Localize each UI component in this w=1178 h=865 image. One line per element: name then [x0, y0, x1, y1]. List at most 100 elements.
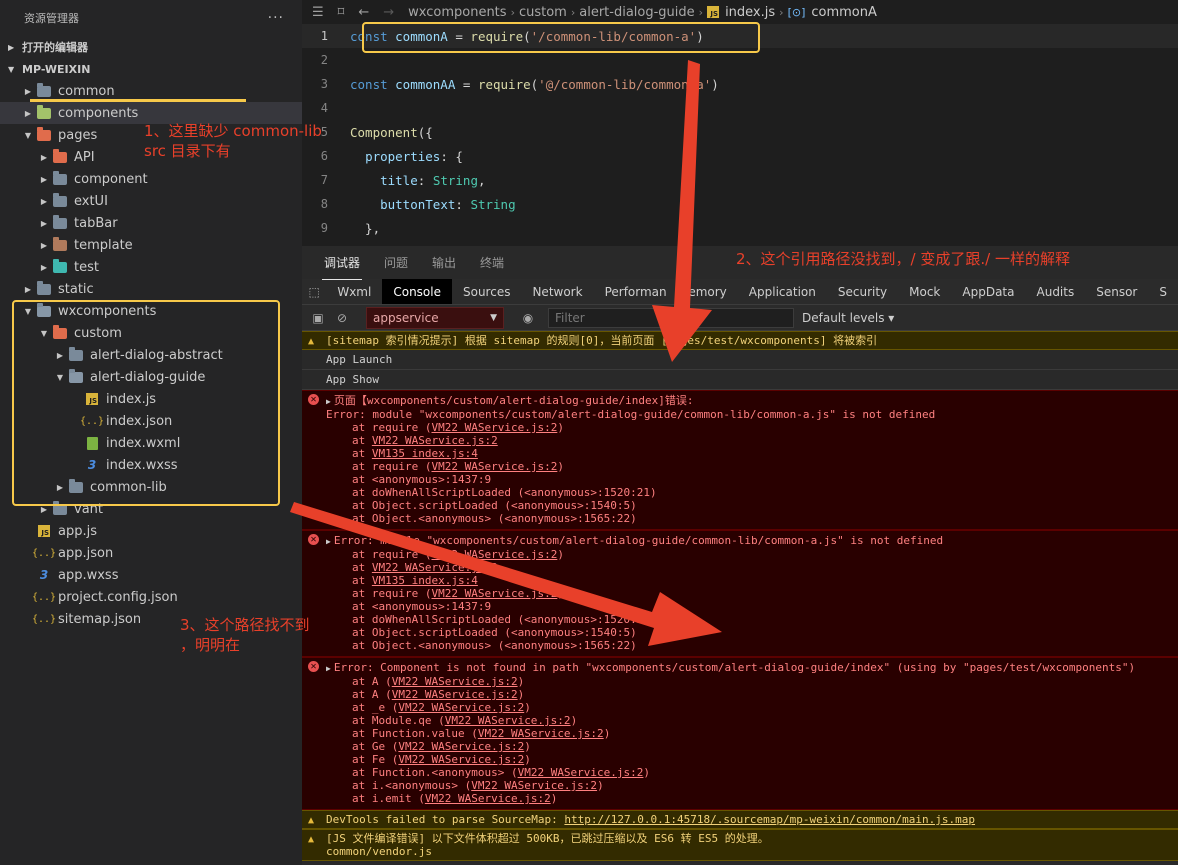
chevron-down-icon[interactable]: ▼: [20, 131, 36, 140]
log-levels-dropdown[interactable]: Default levels ▾: [802, 311, 894, 325]
source-link[interactable]: VM135 index.js:4: [372, 447, 478, 460]
chevron-right-icon[interactable]: ▶: [36, 263, 52, 272]
source-link[interactable]: VM22 WAService.js:2: [431, 548, 557, 561]
source-link[interactable]: VM22 WAService.js:2: [518, 766, 644, 779]
filter-input[interactable]: [548, 307, 794, 328]
devtools-tab-wxml[interactable]: Wxml: [326, 279, 382, 304]
devtools-tab-appdata[interactable]: AppData: [951, 279, 1025, 304]
devtools-tab-sensor[interactable]: Sensor: [1085, 279, 1148, 304]
tree-item[interactable]: ▶ extUI: [0, 190, 302, 212]
console-log: App Show: [302, 370, 1178, 390]
line-number: 7: [320, 173, 328, 187]
source-link[interactable]: VM22 WAService.js:2: [392, 688, 518, 701]
expand-triangle-icon[interactable]: ▶: [326, 397, 331, 406]
breadcrumb-item[interactable]: custom: [519, 5, 567, 20]
code-line[interactable]: 5 Component({: [302, 120, 1178, 144]
source-link[interactable]: VM22 WAService.js:2: [471, 779, 597, 792]
forward-arrow-icon[interactable]: →: [383, 5, 394, 20]
code-token: buttonText: [380, 196, 456, 212]
console-error[interactable]: ✕ ▶ 页面【wxcomponents/custom/alert-dialog-g…: [302, 390, 1178, 530]
chevron-right-icon[interactable]: ▶: [36, 241, 52, 250]
chevron-right-icon[interactable]: ▶: [20, 87, 36, 96]
source-link[interactable]: VM22 WAService.js:2: [431, 460, 557, 473]
source-link[interactable]: VM22 WAService.js:2: [392, 675, 518, 688]
code-line[interactable]: 7 title: String,: [302, 168, 1178, 192]
back-arrow-icon[interactable]: ←: [358, 5, 369, 20]
source-link[interactable]: VM22 WAService.js:2: [445, 714, 571, 727]
code-line[interactable]: 4: [302, 96, 1178, 120]
console-output[interactable]: ▲ [sitemap 索引情况提示] 根据 sitemap 的规则[0]，当前页…: [302, 331, 1178, 865]
chevron-right-icon[interactable]: ▶: [36, 197, 52, 206]
devtools-tab-console[interactable]: Console: [382, 279, 452, 304]
breadcrumb-item[interactable]: wxcomponents: [408, 5, 506, 20]
inspect-element-icon[interactable]: ⬚: [302, 279, 326, 304]
tree-item[interactable]: ▶ test: [0, 256, 302, 278]
chevron-right-icon[interactable]: ▶: [36, 219, 52, 228]
stack-frame: at _e (VM22 WAService.js:2): [352, 701, 531, 714]
console-error[interactable]: ✕ ▶ Error: module "wxcomponents/custom/al…: [302, 530, 1178, 657]
code-line[interactable]: 6 properties: {: [302, 144, 1178, 168]
tab-terminal[interactable]: 终端: [478, 246, 506, 279]
more-actions-icon[interactable]: ···: [268, 10, 284, 26]
source-link[interactable]: VM22 WAService.js:2: [398, 753, 524, 766]
source-link[interactable]: VM22 WAService.js:2: [372, 561, 498, 574]
source-link[interactable]: VM22 WAService.js:2: [425, 792, 551, 805]
devtools-tab-mock[interactable]: Mock: [898, 279, 951, 304]
sourcemap-link[interactable]: http://127.0.0.1:45718/.sourcemap/mp-wei…: [564, 813, 975, 826]
chevron-right-icon[interactable]: ▶: [36, 153, 52, 162]
tree-item[interactable]: JS app.js: [0, 520, 302, 542]
console-error[interactable]: ✕ ▶ Error: Component is not found in path…: [302, 657, 1178, 810]
code-line[interactable]: 8 buttonText: String: [302, 192, 1178, 216]
line-number: 9: [320, 221, 328, 235]
breadcrumb-item[interactable]: commonA: [811, 5, 877, 20]
breadcrumb-item[interactable]: index.js: [725, 5, 775, 20]
project-section[interactable]: ▼ MP-WEIXIN: [0, 58, 302, 80]
source-link[interactable]: VM22 WAService.js:2: [431, 421, 557, 434]
tab-problems[interactable]: 问题: [382, 246, 410, 279]
tab-output[interactable]: 输出: [430, 246, 458, 279]
bookmark-icon[interactable]: ⌑: [338, 5, 345, 20]
code-token: String: [470, 196, 516, 212]
tree-item[interactable]: ▶ component: [0, 168, 302, 190]
folder-icon: [37, 82, 51, 97]
breadcrumb-item[interactable]: alert-dialog-guide: [579, 5, 694, 20]
clear-console-icon[interactable]: ⊘: [330, 311, 354, 325]
devtools-tab-memory[interactable]: Memory: [667, 279, 738, 304]
chevron-right-icon[interactable]: ▶: [36, 175, 52, 184]
source-link[interactable]: VM22 WAService.js:2: [372, 434, 498, 447]
list-icon[interactable]: ☰: [312, 5, 324, 20]
expand-triangle-icon[interactable]: ▶: [326, 537, 331, 546]
code-line[interactable]: 3 const commonAA = require('@/common-lib/…: [302, 72, 1178, 96]
source-link[interactable]: VM22 WAService.js:2: [478, 727, 604, 740]
devtools-tab-sources[interactable]: Sources: [452, 279, 521, 304]
code-line[interactable]: 9 },: [302, 216, 1178, 240]
devtools-tab-application[interactable]: Application: [738, 279, 827, 304]
source-link[interactable]: VM22 WAService.js:2: [398, 740, 524, 753]
open-editors-section[interactable]: ▶ 打开的编辑器: [0, 36, 302, 58]
source-link[interactable]: VM22 WAService.js:2: [398, 701, 524, 714]
sidebar-toggle-icon[interactable]: ▣: [306, 311, 330, 325]
devtools-tab-audits[interactable]: Audits: [1026, 279, 1086, 304]
expand-triangle-icon[interactable]: ▶: [326, 664, 331, 673]
devtools-tab-security[interactable]: Security: [827, 279, 898, 304]
line-number: 2: [320, 53, 328, 67]
devtools-tab-network[interactable]: Network: [521, 279, 593, 304]
source-link[interactable]: VM135 index.js:4: [372, 574, 478, 587]
devtools-tab-performance[interactable]: Performance: [594, 279, 667, 304]
tab-debugger[interactable]: 调试器: [322, 246, 363, 280]
context-select[interactable]: appservice ▼: [366, 306, 504, 329]
console-prompt[interactable]: >: [302, 861, 1178, 865]
chevron-right-icon[interactable]: ▶: [20, 109, 36, 118]
tree-item[interactable]: {..} app.json: [0, 542, 302, 564]
tree-item[interactable]: ▶ static: [0, 278, 302, 300]
devtools-tab-s[interactable]: S: [1148, 279, 1178, 304]
tree-item[interactable]: 3 app.wxss: [0, 564, 302, 586]
code-lines[interactable]: 1 const commonA = require('/common-lib/co…: [302, 24, 1178, 240]
chevron-right-icon[interactable]: ▶: [20, 285, 36, 294]
tree-item[interactable]: {..} project.config.json: [0, 586, 302, 608]
tree-item[interactable]: ▶ template: [0, 234, 302, 256]
eye-icon[interactable]: ◉: [518, 311, 538, 325]
tree-item[interactable]: ▶ tabBar: [0, 212, 302, 234]
line-number: 4: [320, 101, 328, 115]
source-link[interactable]: VM22 WAService.js:2: [431, 587, 557, 600]
